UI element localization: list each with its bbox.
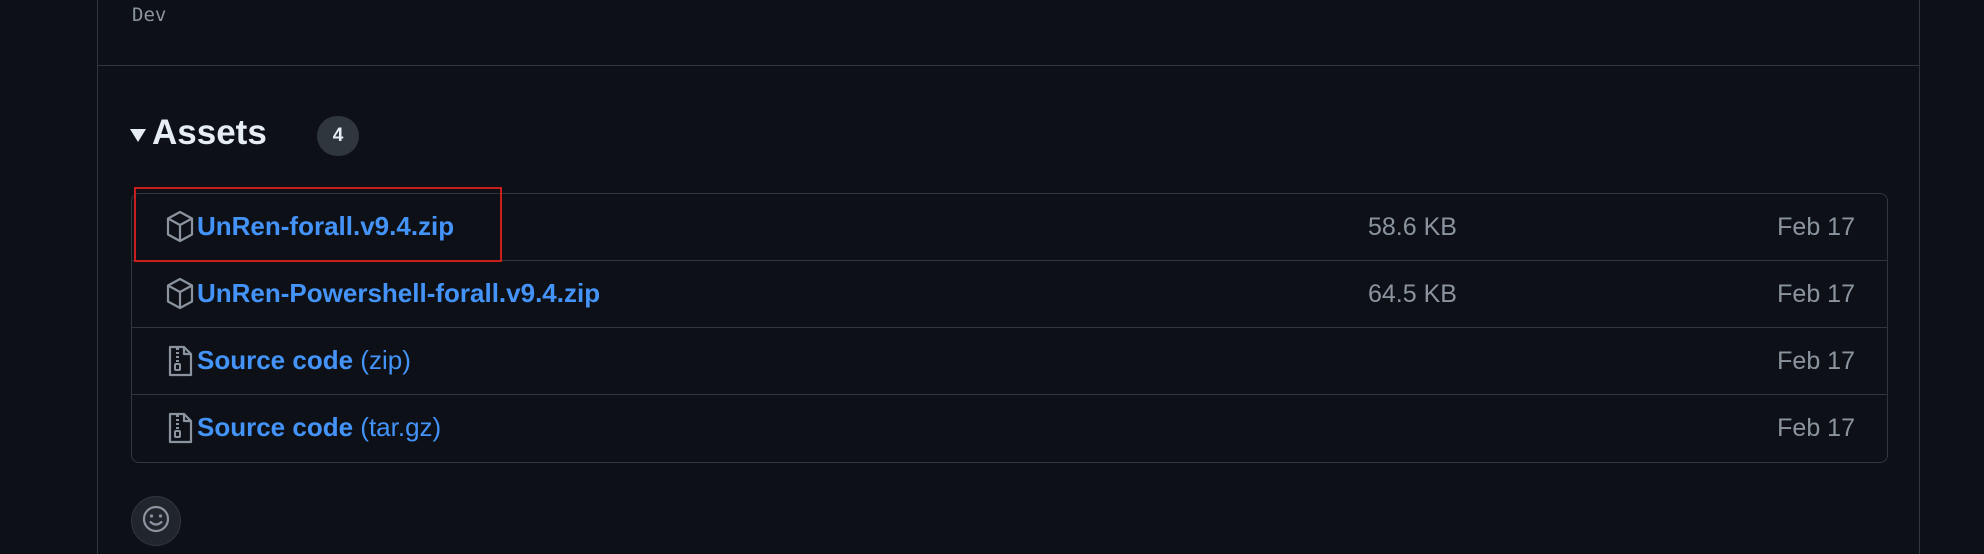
asset-format: (tar.gz)	[360, 412, 442, 442]
file-zip-icon	[165, 411, 195, 445]
asset-link[interactable]: UnRen-forall.v9.4.zip	[197, 211, 454, 242]
assets-count-badge: 4	[317, 116, 359, 156]
add-reaction-button[interactable]	[131, 496, 181, 546]
caret-down-icon	[130, 128, 146, 142]
asset-link[interactable]: Source code (zip)	[197, 345, 411, 376]
asset-row: UnRen-Powershell-forall.v9.4.zip 64.5 KB…	[132, 261, 1887, 328]
assets-summary[interactable]: Assets	[130, 108, 267, 158]
asset-row: Source code (tar.gz) Feb 17	[132, 395, 1887, 462]
file-zip-icon	[165, 344, 195, 378]
asset-date: Feb 17	[1777, 347, 1855, 375]
asset-name: UnRen-forall.v9.4.zip	[197, 211, 455, 241]
asset-date: Feb 17	[1777, 280, 1855, 308]
asset-name: Source code	[197, 412, 354, 442]
assets-title: Assets	[152, 113, 267, 152]
asset-link[interactable]: Source code (tar.gz)	[197, 412, 441, 443]
assets-list: UnRen-forall.v9.4.zip 58.6 KB Feb 17 UnR…	[131, 193, 1888, 463]
asset-link[interactable]: UnRen-Powershell-forall.v9.4.zip	[197, 278, 600, 309]
package-icon	[165, 277, 195, 311]
release-page: Dev Assets 4 UnRen-forall.v9.4.zip 58.6 …	[0, 0, 1984, 554]
asset-size: 64.5 KB	[1368, 280, 1457, 308]
asset-name: Source code	[197, 345, 354, 375]
asset-name: UnRen-Powershell-forall.v9.4.zip	[197, 278, 601, 308]
asset-row: Source code (zip) Feb 17	[132, 328, 1887, 395]
divider	[98, 65, 1920, 66]
asset-row: UnRen-forall.v9.4.zip 58.6 KB Feb 17	[132, 194, 1887, 261]
package-icon	[165, 210, 195, 244]
release-tag-label: Dev	[132, 4, 167, 26]
asset-format: (zip)	[360, 345, 411, 375]
smiley-icon	[141, 504, 171, 539]
asset-date: Feb 17	[1777, 414, 1855, 442]
asset-date: Feb 17	[1777, 213, 1855, 241]
asset-size: 58.6 KB	[1368, 213, 1457, 241]
